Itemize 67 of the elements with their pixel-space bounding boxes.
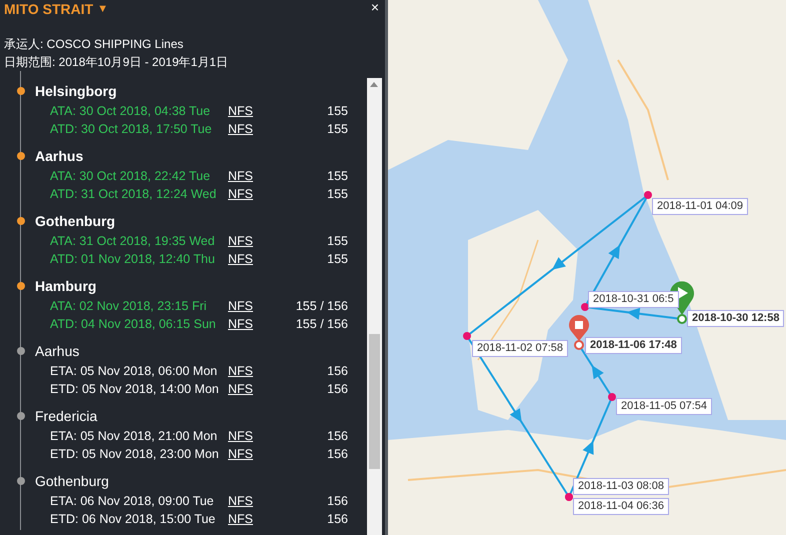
event-time: ETD: 06 Nov 2018, 15:00 Tue [49,512,216,526]
voyage-number: 155 [326,122,348,136]
voyage-number: 155 [326,187,348,201]
port-name: Helsingborg [35,83,117,99]
date-range-text: 日期范围: 2018年10月9日 - 2019年1月1日 [4,54,230,71]
event-time: ETA: 05 Nov 2018, 21:00 Mon [49,429,218,443]
terminal-link[interactable]: NFS [228,447,268,461]
timestamp-label: 2018-10-31 06:5 [588,291,679,308]
terminal-link[interactable]: NFS [228,104,268,118]
port-name: Gothenburg [35,213,116,229]
event-time: ATA: 30 Oct 2018, 04:38 Tue [49,104,212,118]
event-time: ATA: 30 Oct 2018, 22:42 Tue [49,169,212,183]
route-point[interactable] [644,191,652,199]
scrollbar[interactable] [367,78,382,535]
event-time: ATD: 01 Nov 2018, 12:40 Thu [49,252,216,266]
timestamp-label: 2018-11-03 08:08 [573,478,670,495]
voyage-number: 156 [326,429,348,443]
event-time: ATD: 30 Oct 2018, 17:50 Tue [49,122,213,136]
event-time: ATD: 31 Oct 2018, 12:24 Wed [49,187,218,201]
voyage-number: 156 [326,494,348,508]
terminal-link[interactable]: NFS [228,187,268,201]
event-time: ATA: 31 Oct 2018, 19:35 Wed [49,234,216,248]
timestamp-label: 2018-11-04 06:36 [573,498,670,515]
timestamp-label: 2018-10-30 12:58 [687,310,784,327]
dropdown-caret-icon[interactable]: ▼ [97,3,108,15]
timestamp-label: 2018-11-02 07:58 [472,340,568,357]
voyage-number: 155 [326,252,348,266]
port-name: Aarhus [35,148,84,164]
route-point[interactable] [608,393,616,401]
event-time: ATD: 04 Nov 2018, 06:15 Sun [49,317,217,331]
carrier-text: 承运人: COSCO SHIPPING Lines [4,36,184,53]
route-point[interactable] [463,332,471,340]
voyage-number: 155 [326,104,348,118]
timestamp-label: 2018-11-05 07:54 [616,398,712,415]
terminal-link[interactable]: NFS [228,299,268,313]
terminal-link[interactable]: NFS [228,364,268,378]
vessel-name[interactable]: MITO STRAIT [4,0,94,18]
event-time: ETD: 05 Nov 2018, 14:00 Mon [49,382,220,396]
event-time: ATA: 02 Nov 2018, 23:15 Fri [49,299,208,313]
voyage-number: 156 [326,364,348,378]
voyage-number: 155 [326,234,348,248]
terminal-link[interactable]: NFS [228,122,268,136]
terminal-link[interactable]: NFS [228,317,268,331]
terminal-link[interactable]: NFS [228,512,268,526]
voyage-number: 156 [326,512,348,526]
port-name: Aarhus [35,343,80,359]
port-name: Fredericia [35,408,98,424]
voyage-number: 156 [326,382,348,396]
port-name: Gothenburg [35,473,109,489]
terminal-link[interactable]: NFS [228,169,268,183]
terminal-link[interactable]: NFS [228,382,268,396]
event-time: ETD: 05 Nov 2018, 23:00 Mon [49,447,220,461]
terminal-link[interactable]: NFS [228,234,268,248]
close-button[interactable]: × [370,0,379,14]
route-point[interactable] [581,303,589,311]
terminal-link[interactable]: NFS [228,429,268,443]
timestamp-label: 2018-11-06 17:48 [585,337,682,354]
port-name: Hamburg [35,278,96,294]
terminal-link[interactable]: NFS [228,252,268,266]
terminal-link[interactable]: NFS [228,494,268,508]
voyage-number: 156 [326,447,348,461]
voyage-number: 155 / 156 [294,299,348,313]
timestamp-label: 2018-11-01 04:09 [652,198,748,215]
voyage-number: 155 [326,169,348,183]
event-time: ETA: 05 Nov 2018, 06:00 Mon [49,364,218,378]
event-time: ETA: 06 Nov 2018, 09:00 Tue [49,494,215,508]
voyage-number: 155 / 156 [294,317,348,331]
